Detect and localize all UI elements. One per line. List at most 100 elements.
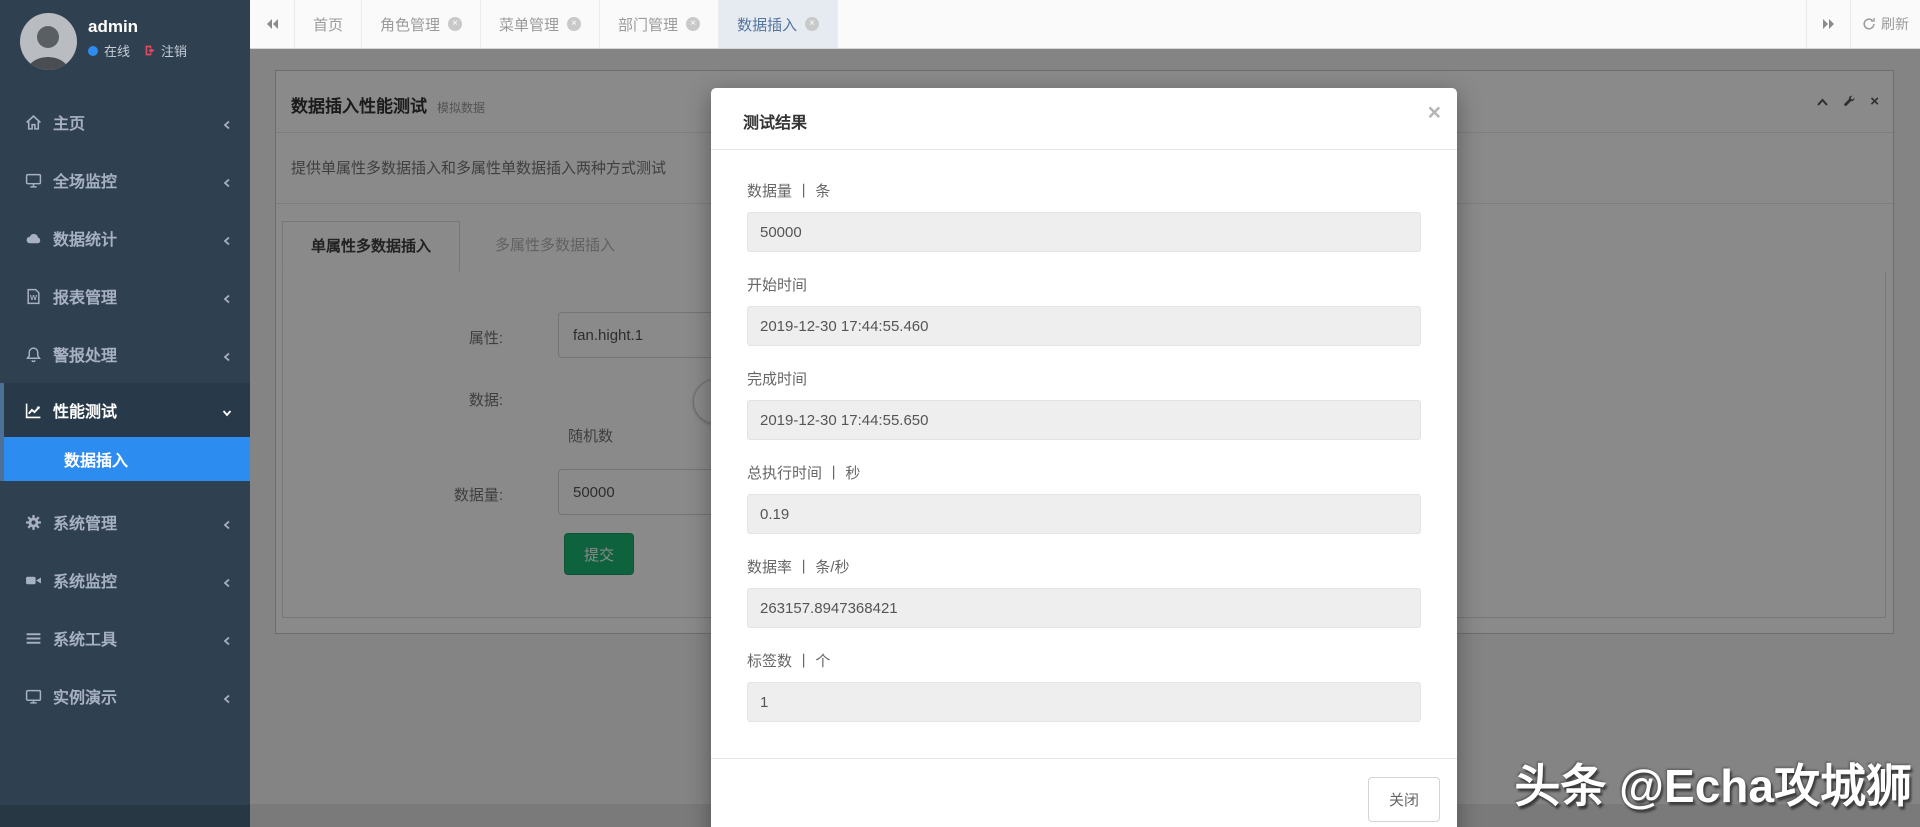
chevron-left-icon	[222, 291, 232, 309]
file-word-icon: W	[25, 288, 53, 305]
field-label: 开始时间	[747, 277, 808, 294]
sidebar-item-label: 报表管理	[53, 290, 118, 307]
sidebar-item-system-tools[interactable]: 系统工具	[0, 609, 250, 667]
double-chevron-left-icon	[266, 19, 278, 29]
tab-role-management[interactable]: 角色管理 ×	[362, 0, 482, 48]
modal-title: 测试结果	[743, 115, 808, 132]
sidebar-item-alerts[interactable]: 警报处理	[0, 325, 250, 383]
sidebar-item-label: 系统管理	[53, 516, 118, 533]
sidebar-item-label: 主页	[53, 116, 86, 133]
modal-close-button[interactable]: 关闭	[1367, 777, 1440, 822]
tab-label: 角色管理	[380, 16, 441, 34]
online-status-label: 在线	[104, 44, 131, 59]
sign-out-icon	[144, 44, 157, 57]
online-dot-icon	[88, 45, 98, 56]
finish-time-field[interactable]	[747, 400, 1421, 440]
start-time-field[interactable]	[747, 306, 1421, 346]
tabs-scroll-left-button[interactable]	[250, 0, 295, 48]
tab-label: 首页	[313, 16, 344, 34]
sidebar-item-performance-test[interactable]: 性能测试	[0, 383, 250, 437]
sidebar-item-label: 警报处理	[53, 348, 118, 365]
modal-close-icon[interactable]: ×	[1428, 101, 1441, 124]
monitor-icon	[25, 172, 53, 189]
chevron-left-icon	[222, 691, 232, 709]
sidebar-bottom-strip	[0, 805, 250, 827]
tabbar-right-controls: 刷新	[1806, 0, 1920, 48]
chevron-left-icon	[222, 233, 232, 251]
field-label: 标签数 丨 个	[747, 653, 831, 670]
tab-home[interactable]: 首页	[295, 0, 363, 48]
refresh-icon	[1863, 18, 1875, 30]
sidebar-item-label: 系统工具	[53, 632, 118, 649]
user-name: admin	[88, 17, 139, 36]
chevron-left-icon	[222, 117, 232, 135]
sidebar-item-demo[interactable]: 实例演示	[0, 667, 250, 725]
tab-close-icon[interactable]: ×	[686, 17, 701, 31]
tab-department-management[interactable]: 部门管理 ×	[600, 0, 720, 48]
bars-icon	[25, 630, 53, 647]
app-window: admin 在线 注销 主页 全场监控 数据统计 W 报表管理 警报处理 性能测…	[0, 0, 1920, 827]
sidebar-item-home[interactable]: 主页	[0, 93, 250, 151]
tab-label: 菜单管理	[499, 16, 560, 34]
tab-close-icon[interactable]: ×	[567, 17, 582, 31]
result-field: 完成时间	[747, 368, 1421, 440]
top-tabbar: 首页 角色管理 × 菜单管理 × 部门管理 × 数据插入 × 刷新	[250, 0, 1920, 49]
data-rate-field[interactable]	[747, 588, 1421, 628]
menu-gap	[0, 481, 250, 493]
home-icon	[25, 114, 53, 131]
data-amount-field[interactable]	[747, 212, 1421, 252]
sidebar-item-label: 数据统计	[53, 232, 118, 249]
tab-close-icon[interactable]: ×	[448, 17, 463, 31]
field-label: 数据率 丨 条/秒	[747, 559, 850, 576]
tab-menu-management[interactable]: 菜单管理 ×	[481, 0, 601, 48]
field-label: 总执行时间 丨 秒	[747, 465, 861, 482]
sidebar-item-label: 系统监控	[53, 574, 118, 591]
refresh-label: 刷新	[1881, 16, 1909, 32]
sidebar-item-monitoring[interactable]: 全场监控	[0, 151, 250, 209]
desktop-icon	[25, 688, 53, 705]
tab-data-insert[interactable]: 数据插入 ×	[719, 0, 839, 48]
sidebar-subitem-label: 数据插入	[64, 453, 129, 470]
total-time-field[interactable]	[747, 494, 1421, 534]
sidebar-item-label: 实例演示	[53, 690, 118, 707]
modal-header: 测试结果 ×	[711, 88, 1457, 150]
tab-close-icon[interactable]: ×	[805, 17, 820, 31]
sidebar-item-label: 全场监控	[53, 174, 118, 191]
watermark-text: 头条 @Echa攻城狮	[1514, 760, 1912, 812]
result-field: 数据量 丨 条	[747, 180, 1421, 252]
user-status-row: 在线 注销	[88, 41, 187, 60]
video-camera-icon	[25, 572, 53, 589]
sidebar: admin 在线 注销 主页 全场监控 数据统计 W 报表管理 警报处理 性能测…	[0, 0, 250, 827]
user-panel: admin 在线 注销	[0, 0, 250, 92]
sidebar-item-system-monitoring[interactable]: 系统监控	[0, 551, 250, 609]
tabs-scroll-right-button[interactable]	[1806, 0, 1850, 48]
sidebar-item-system-management[interactable]: 系统管理	[0, 493, 250, 551]
result-field: 标签数 丨 个	[747, 650, 1421, 722]
test-result-modal: 测试结果 × 数据量 丨 条 开始时间 完成时间 总执行时间 丨 秒 数据率 丨…	[711, 88, 1457, 827]
modal-body: 数据量 丨 条 开始时间 完成时间 总执行时间 丨 秒 数据率 丨 条/秒 标签…	[711, 150, 1457, 744]
result-field: 总执行时间 丨 秒	[747, 462, 1421, 534]
chevron-left-icon	[222, 349, 232, 367]
svg-text:W: W	[30, 293, 37, 302]
tab-label: 部门管理	[618, 16, 679, 34]
chart-line-icon	[25, 402, 53, 419]
sidebar-subitem-data-insert[interactable]: 数据插入	[0, 437, 250, 481]
field-label: 数据量 丨 条	[747, 183, 831, 200]
sidebar-item-statistics[interactable]: 数据统计	[0, 209, 250, 267]
chevron-left-icon	[222, 633, 232, 651]
tab-label: 数据插入	[737, 16, 798, 34]
double-chevron-right-icon	[1823, 19, 1834, 29]
tab-strip: 首页 角色管理 × 菜单管理 × 部门管理 × 数据插入 ×	[295, 0, 839, 48]
logout-button[interactable]: 注销	[144, 41, 187, 60]
cloud-icon	[25, 230, 53, 247]
tag-count-field[interactable]	[747, 682, 1421, 722]
field-label: 完成时间	[747, 371, 808, 388]
chevron-left-icon	[222, 575, 232, 593]
sidebar-item-reports[interactable]: W 报表管理	[0, 267, 250, 325]
refresh-button[interactable]: 刷新	[1850, 0, 1920, 48]
sidebar-item-label: 性能测试	[53, 404, 118, 421]
chevron-left-icon	[222, 175, 232, 193]
sidebar-menu: 主页 全场监控 数据统计 W 报表管理 警报处理 性能测试 数据插入 系统管理 …	[0, 93, 250, 725]
avatar[interactable]	[20, 13, 77, 70]
modal-footer: 关闭	[711, 758, 1457, 827]
